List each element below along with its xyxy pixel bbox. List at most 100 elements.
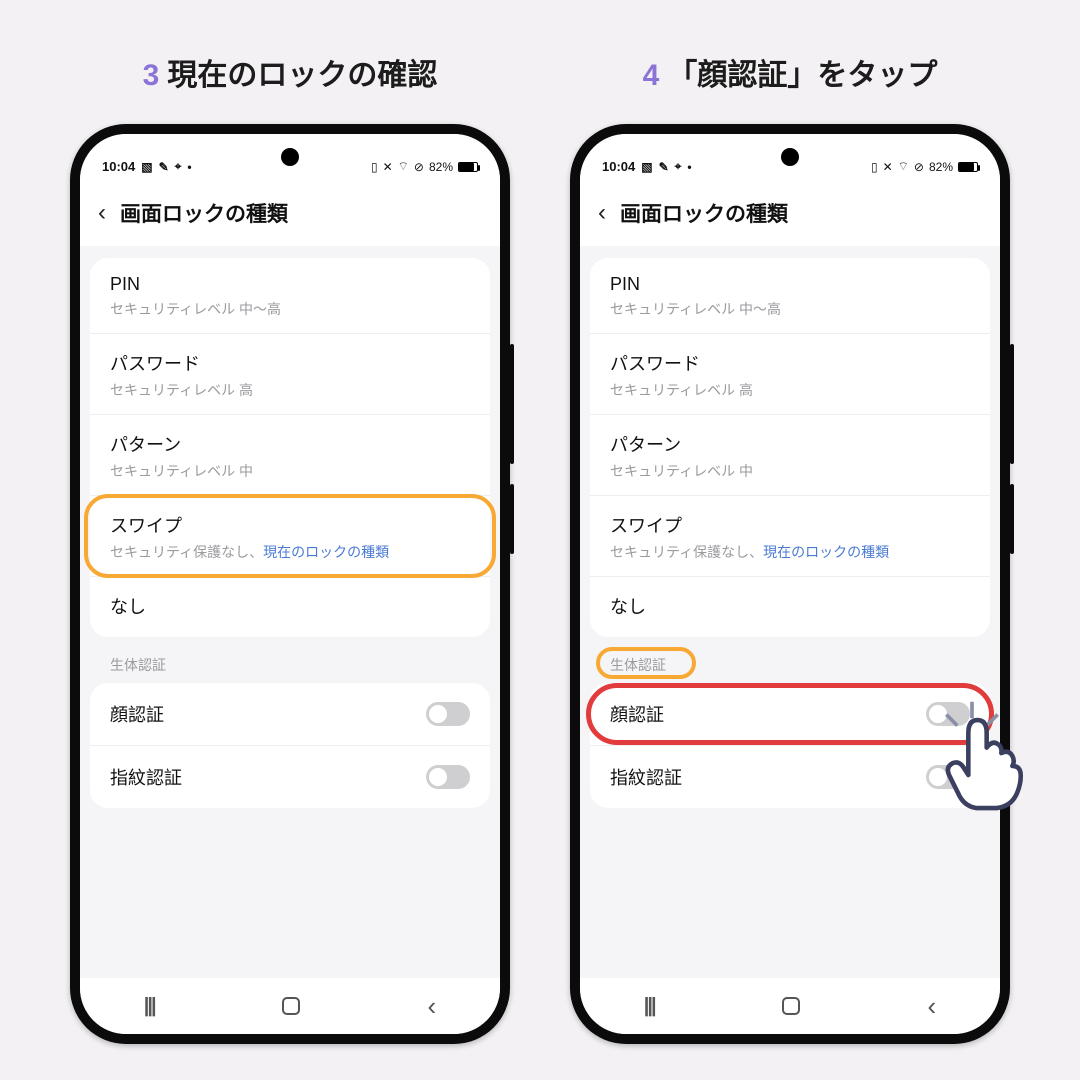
option-sub: セキュリティレベル 高 [610,380,970,400]
biometric-label: 顔認証 [610,701,664,727]
sms-icon: ⌖ [175,159,182,174]
dot-icon: • [187,160,191,174]
biometrics-section-label: 生体認証 [590,651,990,683]
status-time: 10:04 [602,159,635,174]
battery-icon [458,162,478,172]
nav-home-button[interactable] [282,997,300,1015]
front-camera-dot [781,148,799,166]
battery-percent: 82% [929,160,953,174]
biometric-label: 指紋認証 [610,764,682,790]
biometric-face[interactable]: 顔認証 [590,683,990,746]
toggle-fingerprint[interactable] [926,765,970,789]
current-lock-link[interactable]: 現在のロックの種類 [263,544,389,560]
phone-frame-right: 10:04 ▧ ✎ ⌖ • ▯ ✕ ⌔ ⊘ 82% [570,124,1010,1044]
option-sub-prefix: セキュリティ保護なし、 [110,544,263,560]
step3-title: 3現在のロックの確認 [60,50,520,94]
biometric-label: 指紋認証 [110,764,182,790]
option-label: なし [110,593,470,619]
option-sub: セキュリティ保護なし、現在のロックの種類 [610,542,970,562]
step4-number: 4 [643,59,660,92]
nav-recents-button[interactable]: ||| [644,995,655,1018]
option-password[interactable]: パスワード セキュリティレベル 高 [590,334,990,415]
option-label: PIN [110,274,470,295]
back-icon[interactable]: ‹ [598,199,606,227]
step3-text: 現在のロックの確認 [167,59,437,92]
option-sub-prefix: セキュリティ保護なし、 [610,544,763,560]
option-label: パスワード [110,350,470,376]
option-label: PIN [610,274,970,295]
phone-frame-left: 10:04 ▧ ✎ ⌖ • ▯ ✕ ⌔ ⊘ 82% [70,124,510,1044]
biometrics-section-label: 生体認証 [90,651,490,683]
option-pattern[interactable]: パターン セキュリティレベル 中 [90,415,490,496]
battery-icon [958,162,978,172]
lock-options-card: PIN セキュリティレベル 中〜高 パスワード セキュリティレベル 高 パターン… [590,258,990,637]
biometrics-card: 顔認証 指紋認証 [590,683,990,808]
lock-options-card: PIN セキュリティレベル 中〜高 パスワード セキュリティレベル 高 パターン… [90,258,490,637]
mute-icon: ✕ [383,160,393,174]
phone-screen-left: 10:04 ▧ ✎ ⌖ • ▯ ✕ ⌔ ⊘ 82% [80,134,500,1034]
option-sub: セキュリティレベル 高 [110,380,470,400]
toggle-fingerprint[interactable] [426,765,470,789]
option-pin[interactable]: PIN セキュリティレベル 中〜高 [90,258,490,334]
status-time: 10:04 [102,159,135,174]
option-sub: セキュリティレベル 中 [110,461,470,481]
option-pattern[interactable]: パターン セキュリティレベル 中 [590,415,990,496]
step4-title: 4「顔認証」をタップ [560,50,1020,94]
chat-icon: ✎ [159,160,169,174]
option-password[interactable]: パスワード セキュリティレベル 高 [90,334,490,415]
option-label: パターン [610,431,970,457]
nav-recents-button[interactable]: ||| [144,995,155,1018]
option-sub: セキュリティレベル 中〜高 [610,299,970,319]
wifi-icon: ⌔ [898,159,909,174]
nav-back-button[interactable]: ‹ [928,991,937,1022]
nav-back-button[interactable]: ‹ [428,991,437,1022]
option-label: スワイプ [110,512,470,538]
option-label: パターン [110,431,470,457]
card-icon: ▯ [871,160,878,174]
content-area: PIN セキュリティレベル 中〜高 パスワード セキュリティレベル 高 パターン… [580,246,1000,978]
back-icon[interactable]: ‹ [98,199,106,227]
option-sub: セキュリティレベル 中 [610,461,970,481]
biometric-fingerprint[interactable]: 指紋認証 [590,746,990,808]
step3-number: 3 [143,59,160,92]
phone-screen-right: 10:04 ▧ ✎ ⌖ • ▯ ✕ ⌔ ⊘ 82% [580,134,1000,1034]
nav-home-button[interactable] [782,997,800,1015]
option-label: スワイプ [610,512,970,538]
biometric-face[interactable]: 顔認証 [90,683,490,746]
option-label: なし [610,593,970,619]
dot-icon: • [687,160,691,174]
page-title: 画面ロックの種類 [620,198,788,228]
block-icon: ⊘ [914,160,924,174]
option-sub: セキュリティレベル 中〜高 [110,299,470,319]
sms-icon: ⌖ [675,159,682,174]
chat-icon: ✎ [659,160,669,174]
biometric-fingerprint[interactable]: 指紋認証 [90,746,490,808]
option-pin[interactable]: PIN セキュリティレベル 中〜高 [590,258,990,334]
front-camera-dot [281,148,299,166]
option-none[interactable]: なし [90,577,490,637]
option-none[interactable]: なし [590,577,990,637]
nav-bar: ||| ‹ [80,978,500,1034]
wifi-icon: ⌔ [398,159,409,174]
image-icon: ▧ [141,160,152,174]
biometric-label: 顔認証 [110,701,164,727]
page-header: ‹ 画面ロックの種類 [80,178,500,246]
toggle-face[interactable] [926,702,970,726]
option-swipe[interactable]: スワイプ セキュリティ保護なし、現在のロックの種類 [590,496,990,577]
step4-text: 「顔認証」をタップ [667,59,937,92]
nav-bar: ||| ‹ [580,978,1000,1034]
option-label: パスワード [610,350,970,376]
page-title: 画面ロックの種類 [120,198,288,228]
card-icon: ▯ [371,160,378,174]
current-lock-link[interactable]: 現在のロックの種類 [763,544,889,560]
page-header: ‹ 画面ロックの種類 [580,178,1000,246]
biometrics-card: 顔認証 指紋認証 [90,683,490,808]
option-sub: セキュリティ保護なし、現在のロックの種類 [110,542,470,562]
battery-percent: 82% [429,160,453,174]
toggle-face[interactable] [426,702,470,726]
block-icon: ⊘ [414,160,424,174]
mute-icon: ✕ [883,160,893,174]
content-area: PIN セキュリティレベル 中〜高 パスワード セキュリティレベル 高 パターン… [80,246,500,978]
option-swipe[interactable]: スワイプ セキュリティ保護なし、現在のロックの種類 [90,496,490,577]
image-icon: ▧ [641,160,652,174]
